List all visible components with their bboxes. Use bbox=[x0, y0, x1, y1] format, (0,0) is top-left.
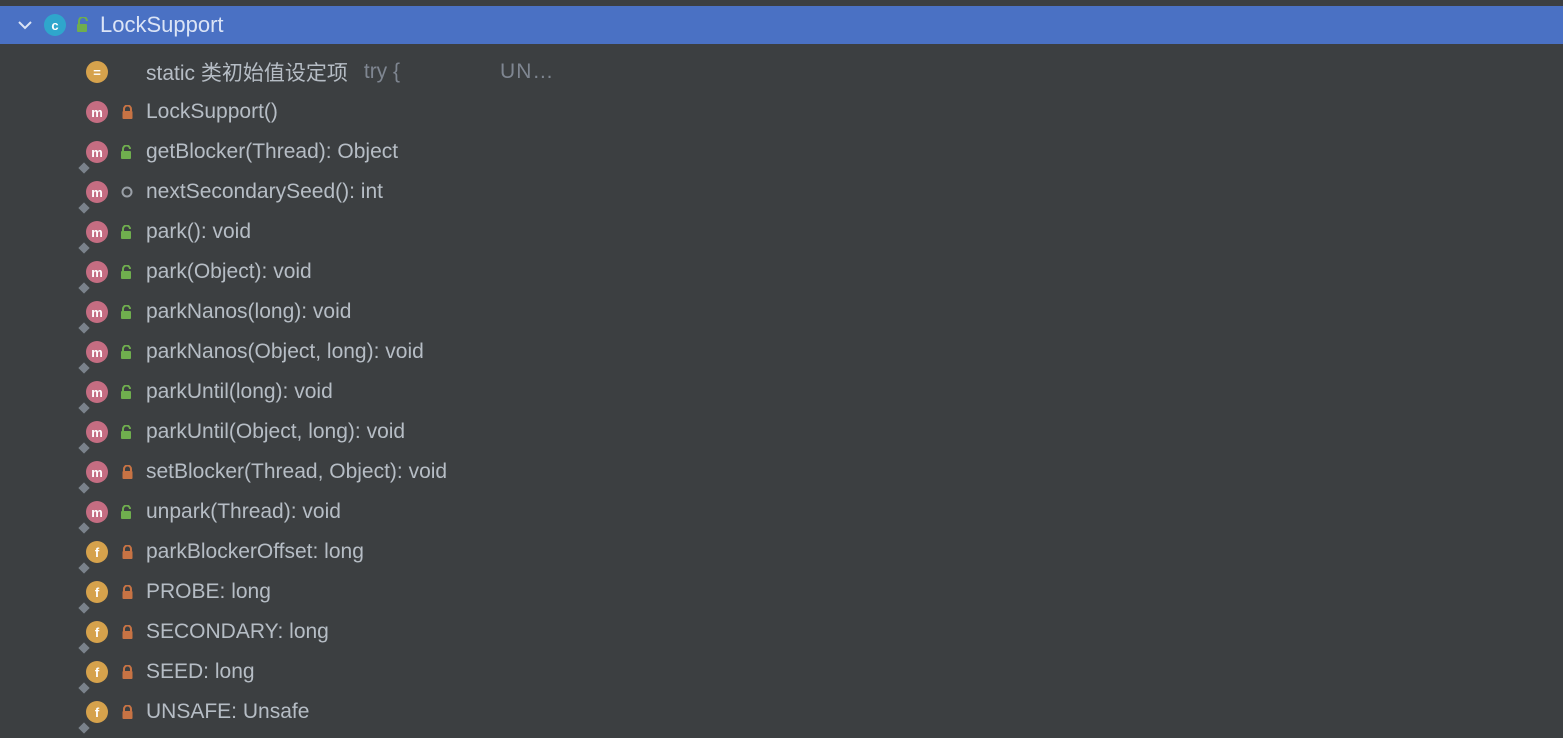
initializer-icon: = bbox=[86, 61, 108, 83]
member-row[interactable]: f SEED: long bbox=[0, 652, 1563, 692]
member-label: LockSupport() bbox=[146, 100, 278, 124]
class-header[interactable]: c LockSupport bbox=[0, 6, 1563, 44]
member-row[interactable]: m unpark(Thread): void bbox=[0, 492, 1563, 532]
field-badge: f bbox=[86, 661, 108, 683]
lock-icon bbox=[118, 665, 136, 680]
chevron-down-icon[interactable] bbox=[16, 16, 34, 34]
method-badge: m bbox=[86, 341, 108, 363]
member-label: setBlocker(Thread, Object): void bbox=[146, 460, 447, 484]
method-badge: m bbox=[86, 181, 108, 203]
lock-icon bbox=[118, 465, 136, 480]
member-row[interactable]: m park(): void bbox=[0, 212, 1563, 252]
lock-icon bbox=[118, 625, 136, 640]
member-label: SECONDARY: long bbox=[146, 620, 329, 644]
static-overlay-icon bbox=[78, 637, 90, 649]
member-label: nextSecondarySeed(): int bbox=[146, 180, 383, 204]
method-icon: m bbox=[86, 101, 108, 123]
member-label: park(Object): void bbox=[146, 260, 312, 284]
lock-open-icon bbox=[118, 385, 136, 400]
class-icon: c bbox=[44, 14, 66, 36]
method-badge: m bbox=[86, 501, 108, 523]
package-icon bbox=[118, 186, 136, 198]
method-badge: m bbox=[86, 301, 108, 323]
member-row[interactable]: f SECONDARY: long bbox=[0, 612, 1563, 652]
method-badge: m bbox=[86, 221, 108, 243]
member-list: = static 类初始值设定项 try { UN… m LockSupport() m ge… bbox=[0, 44, 1563, 732]
member-label: PROBE: long bbox=[146, 580, 271, 604]
lock-open-icon bbox=[118, 425, 136, 440]
method-badge: m bbox=[86, 141, 108, 163]
member-row[interactable]: m parkUntil(Object, long): void bbox=[0, 412, 1563, 452]
member-label: UNSAFE: Unsafe bbox=[146, 700, 309, 724]
static-overlay-icon bbox=[78, 517, 90, 529]
static-overlay-icon bbox=[78, 277, 90, 289]
method-badge: m bbox=[86, 381, 108, 403]
member-label: static 类初始值设定项 bbox=[146, 57, 348, 87]
static-overlay-icon bbox=[78, 557, 90, 569]
member-label: getBlocker(Thread): Object bbox=[146, 140, 398, 164]
member-label: parkNanos(long): void bbox=[146, 300, 351, 324]
static-overlay-icon bbox=[78, 677, 90, 689]
field-badge: f bbox=[86, 541, 108, 563]
member-row[interactable]: m park(Object): void bbox=[0, 252, 1563, 292]
member-label: park(): void bbox=[146, 220, 251, 244]
lock-open-icon bbox=[118, 265, 136, 280]
lock-open-icon bbox=[118, 225, 136, 240]
member-row[interactable]: m setBlocker(Thread, Object): void bbox=[0, 452, 1563, 492]
member-row[interactable]: f PROBE: long bbox=[0, 572, 1563, 612]
field-badge: f bbox=[86, 701, 108, 723]
static-overlay-icon bbox=[78, 597, 90, 609]
static-overlay-icon bbox=[78, 197, 90, 209]
member-label: parkBlockerOffset: long bbox=[146, 540, 364, 564]
member-row[interactable]: f parkBlockerOffset: long bbox=[0, 532, 1563, 572]
field-badge: f bbox=[86, 621, 108, 643]
member-row[interactable]: m parkUntil(long): void bbox=[0, 372, 1563, 412]
lock-icon bbox=[118, 105, 136, 120]
static-overlay-icon bbox=[78, 397, 90, 409]
static-overlay-icon bbox=[78, 717, 90, 729]
static-overlay-icon bbox=[78, 437, 90, 449]
member-label: parkNanos(Object, long): void bbox=[146, 340, 424, 364]
static-overlay-icon bbox=[78, 477, 90, 489]
method-badge: m bbox=[86, 101, 108, 123]
method-badge: m bbox=[86, 421, 108, 443]
member-row[interactable]: m parkNanos(long): void bbox=[0, 292, 1563, 332]
static-overlay-icon bbox=[78, 317, 90, 329]
member-label: unpark(Thread): void bbox=[146, 500, 341, 524]
member-label: SEED: long bbox=[146, 660, 255, 684]
lock-open-icon bbox=[118, 345, 136, 360]
initializer-badge: = bbox=[86, 61, 108, 83]
member-row[interactable]: m nextSecondarySeed(): int bbox=[0, 172, 1563, 212]
member-label: parkUntil(Object, long): void bbox=[146, 420, 405, 444]
lock-icon bbox=[118, 545, 136, 560]
member-hint: try { bbox=[364, 60, 400, 84]
lock-open-icon bbox=[118, 305, 136, 320]
member-row[interactable]: f UNSAFE: Unsafe bbox=[0, 692, 1563, 732]
field-badge: f bbox=[86, 581, 108, 603]
lock-open-icon bbox=[118, 505, 136, 520]
member-row[interactable]: = static 类初始值设定项 try { UN… bbox=[0, 52, 1563, 92]
lock-icon bbox=[118, 705, 136, 720]
member-row[interactable]: m getBlocker(Thread): Object bbox=[0, 132, 1563, 172]
static-overlay-icon bbox=[78, 157, 90, 169]
static-overlay-icon bbox=[78, 357, 90, 369]
class-title: LockSupport bbox=[100, 12, 224, 38]
lock-open-icon bbox=[118, 145, 136, 160]
member-hint2: UN… bbox=[500, 60, 554, 84]
member-label: parkUntil(long): void bbox=[146, 380, 333, 404]
static-overlay-icon bbox=[78, 237, 90, 249]
member-row[interactable]: m parkNanos(Object, long): void bbox=[0, 332, 1563, 372]
member-row[interactable]: m LockSupport() bbox=[0, 92, 1563, 132]
class-icon-letter: c bbox=[51, 19, 58, 32]
method-badge: m bbox=[86, 461, 108, 483]
lock-open-icon bbox=[76, 17, 90, 33]
method-badge: m bbox=[86, 261, 108, 283]
lock-icon bbox=[118, 585, 136, 600]
